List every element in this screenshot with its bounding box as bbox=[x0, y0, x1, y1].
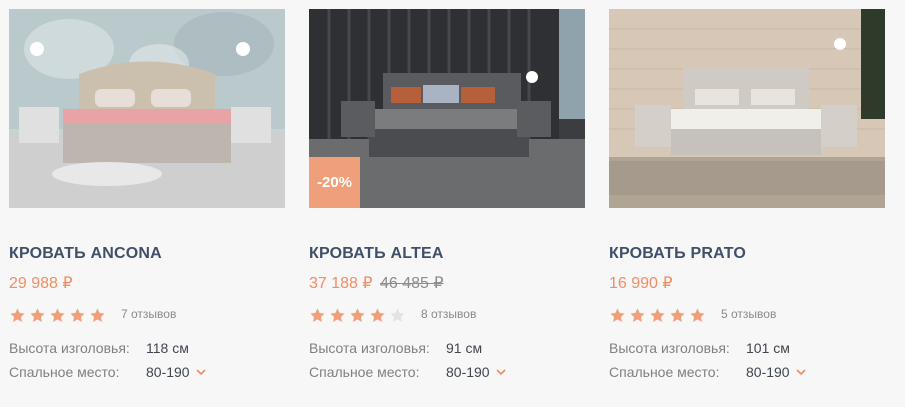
size-select[interactable]: 80-190 bbox=[146, 364, 206, 380]
star-icon-empty bbox=[390, 308, 405, 322]
size-select[interactable]: 80-190 bbox=[746, 364, 806, 380]
rating-stars bbox=[609, 307, 706, 324]
product-title[interactable]: Кровать Altea bbox=[309, 245, 444, 263]
spec-size-label: Спальное место: bbox=[309, 364, 420, 380]
star-icon bbox=[10, 308, 25, 322]
spec-headboard-label: Высота изголовья: bbox=[9, 340, 130, 356]
product-price: 37 188 ₽ bbox=[309, 275, 373, 292]
spec-headboard-value: 91 см bbox=[446, 340, 483, 356]
product-image[interactable] bbox=[9, 9, 285, 208]
product-title[interactable]: Кровать Prato bbox=[609, 245, 746, 263]
star-icon bbox=[650, 308, 665, 322]
star-icon bbox=[70, 308, 85, 322]
product-card-altea: -20% Кровать Altea 37 188 ₽ 46 485 ₽ 8 о… bbox=[309, 0, 585, 407]
product-price: 29 988 ₽ bbox=[9, 275, 73, 292]
star-icon bbox=[50, 308, 65, 322]
star-icon bbox=[690, 308, 705, 322]
chevron-down-icon bbox=[496, 368, 506, 375]
product-card-prato: Кровать Prato 16 990 ₽ 5 отзывов Высота … bbox=[609, 0, 885, 407]
spec-headboard-label: Высота изголовья: bbox=[309, 340, 430, 356]
spec-headboard-label: Высота изголовья: bbox=[609, 340, 730, 356]
star-icon bbox=[90, 308, 105, 322]
size-select-value: 80-190 bbox=[146, 364, 190, 380]
product-price: 16 990 ₽ bbox=[609, 275, 673, 292]
star-icon bbox=[30, 308, 45, 322]
product-title[interactable]: Кровать Ancona bbox=[9, 245, 162, 263]
star-icon bbox=[670, 308, 685, 322]
star-icon bbox=[370, 308, 385, 322]
product-old-price: 46 485 ₽ bbox=[380, 275, 444, 292]
product-card-ancona: Кровать Ancona 29 988 ₽ 7 отзывов Высота… bbox=[9, 0, 285, 407]
spec-size-label: Спальное место: bbox=[609, 364, 720, 380]
size-select-value: 80-190 bbox=[446, 364, 490, 380]
rating-stars bbox=[309, 307, 406, 324]
spec-headboard-value: 101 см bbox=[746, 340, 790, 356]
reviews-link[interactable]: 5 отзывов bbox=[721, 307, 776, 321]
star-icon bbox=[310, 308, 325, 322]
rating-stars bbox=[9, 307, 106, 324]
reviews-link[interactable]: 7 отзывов bbox=[121, 307, 176, 321]
spec-headboard-value: 118 см bbox=[146, 340, 189, 356]
product-image[interactable] bbox=[609, 9, 885, 208]
reviews-link[interactable]: 8 отзывов bbox=[421, 307, 476, 321]
product-image[interactable]: -20% bbox=[309, 9, 585, 208]
star-icon bbox=[350, 308, 365, 322]
chevron-down-icon bbox=[196, 368, 206, 375]
size-select-value: 80-190 bbox=[746, 364, 790, 380]
chevron-down-icon bbox=[796, 368, 806, 375]
star-icon bbox=[330, 308, 345, 322]
discount-badge: -20% bbox=[309, 157, 360, 208]
size-select[interactable]: 80-190 bbox=[446, 364, 506, 380]
spec-size-label: Спальное место: bbox=[9, 364, 120, 380]
star-icon bbox=[630, 308, 645, 322]
star-icon bbox=[610, 308, 625, 322]
